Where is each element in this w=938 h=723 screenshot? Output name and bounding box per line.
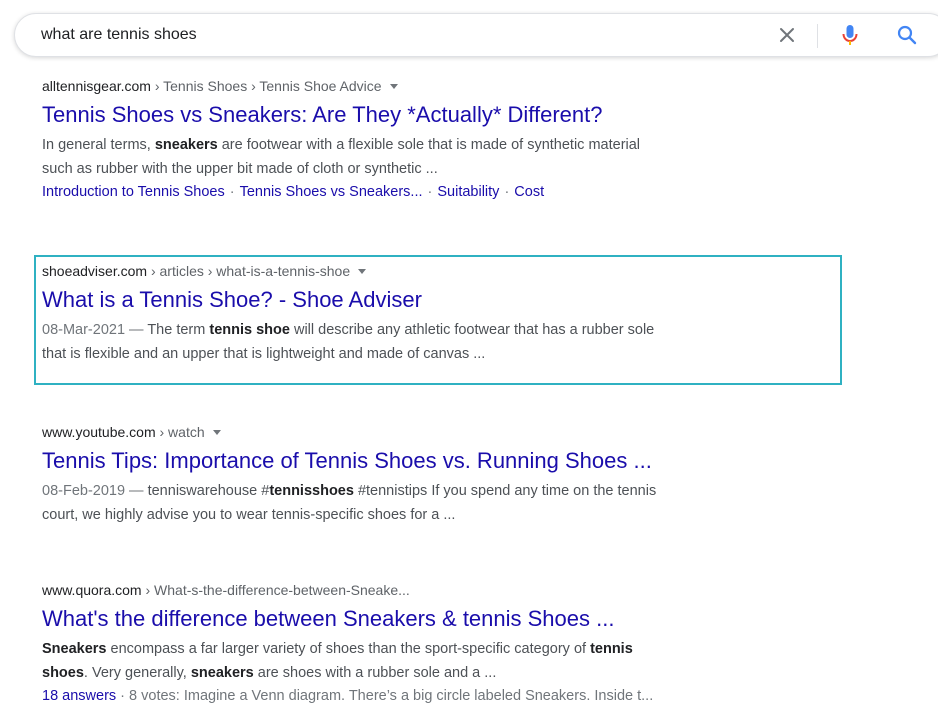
sitelink[interactable]: Introduction to Tennis Shoes bbox=[42, 184, 225, 200]
result-site: www.youtube.com bbox=[42, 424, 156, 440]
result-sitelinks: Introduction to Tennis Shoes · Tennis Shoe… bbox=[42, 181, 842, 203]
snippet-bold: shoes bbox=[42, 665, 84, 681]
sitelink-separator: · bbox=[504, 184, 510, 200]
result-snippet: 08-Mar-2021 — The term tennis shoe will … bbox=[42, 318, 842, 366]
result-path: › Tennis Shoes › Tennis Shoe Advice bbox=[150, 78, 382, 94]
sitelink-separator: · bbox=[427, 184, 433, 200]
result-site: alltennisgear.com bbox=[42, 78, 151, 94]
sitelink[interactable]: Tennis Shoes vs Sneakers... bbox=[240, 184, 423, 200]
snippet-text: In general terms, bbox=[42, 137, 155, 153]
result-title-link[interactable]: Tennis Shoes vs Sneakers: Are They *Actu… bbox=[42, 101, 842, 129]
search-icon bbox=[897, 25, 917, 45]
microphone-icon bbox=[842, 25, 858, 45]
result-path: › articles › what-is-a-tennis-shoe bbox=[147, 263, 351, 279]
sitelink[interactable]: Cost bbox=[514, 184, 544, 200]
search-button[interactable] bbox=[895, 23, 919, 47]
search-bar bbox=[14, 13, 938, 57]
close-icon bbox=[780, 28, 794, 42]
snippet-bold: tennis shoe bbox=[209, 322, 290, 338]
more-options-caret-icon[interactable] bbox=[389, 84, 398, 89]
result-snippet: In general terms, sneakers are footwear … bbox=[42, 133, 842, 181]
result-url[interactable]: alltennisgear.com › Tennis Shoes › Tenni… bbox=[42, 76, 842, 96]
snippet-text: tenniswarehouse # bbox=[147, 483, 270, 499]
search-result: www.quora.com › What-s-the-difference-be… bbox=[42, 580, 842, 707]
votes-text: · 8 votes: Imagine a Venn diagram. There… bbox=[116, 688, 654, 704]
result-answers-line: 18 answers · 8 votes: Imagine a Venn dia… bbox=[42, 685, 842, 707]
search-bar-divider bbox=[817, 24, 818, 48]
search-result: alltennisgear.com › Tennis Shoes › Tenni… bbox=[42, 76, 842, 203]
search-result: shoeadviser.com › articles › what-is-a-t… bbox=[42, 261, 842, 366]
result-url[interactable]: shoeadviser.com › articles › what-is-a-t… bbox=[42, 261, 842, 281]
result-path: › watch bbox=[155, 424, 205, 440]
result-title-link[interactable]: What's the difference between Sneakers &… bbox=[42, 605, 842, 633]
sitelink-separator: · bbox=[229, 184, 235, 200]
more-options-caret-icon[interactable] bbox=[358, 269, 367, 274]
clear-search-button[interactable] bbox=[775, 23, 799, 47]
snippet-text: are shoes with a rubber sole and a ... bbox=[253, 665, 497, 681]
result-url[interactable]: www.youtube.com › watch bbox=[42, 422, 842, 442]
result-date: 08-Mar-2021 — bbox=[42, 322, 148, 338]
snippet-bold: Sneakers bbox=[42, 641, 107, 657]
result-title-link[interactable]: Tennis Tips: Importance of Tennis Shoes … bbox=[42, 447, 842, 475]
snippet-text: . Very generally, bbox=[83, 665, 191, 681]
voice-search-button[interactable] bbox=[837, 22, 863, 48]
more-options-caret-icon[interactable] bbox=[212, 430, 221, 435]
result-snippet: 08-Feb-2019 — tenniswarehouse #tennissho… bbox=[42, 479, 842, 527]
search-results-page: alltennisgear.com › Tennis Shoes › Tenni… bbox=[0, 0, 938, 723]
search-input[interactable] bbox=[41, 14, 741, 56]
snippet-bold: sneakers bbox=[154, 137, 218, 153]
snippet-bold: tennisshoes bbox=[269, 483, 354, 499]
snippet-text: are footwear with a flexible sole that i… bbox=[217, 137, 641, 153]
snippet-text: such as rubber with the upper bit made o… bbox=[42, 161, 438, 177]
search-result: www.youtube.com › watch Tennis Tips: Imp… bbox=[42, 422, 842, 527]
snippet-text: The term bbox=[147, 322, 210, 338]
result-title-link[interactable]: What is a Tennis Shoe? - Shoe Adviser bbox=[42, 286, 842, 314]
result-url[interactable]: www.quora.com › What-s-the-difference-be… bbox=[42, 580, 842, 600]
snippet-bold: tennis bbox=[590, 641, 633, 657]
snippet-text: will describe any athletic footwear that… bbox=[289, 322, 655, 338]
answers-link[interactable]: 18 answers bbox=[42, 688, 116, 704]
snippet-text: court, we highly advise you to wear tenn… bbox=[42, 507, 456, 523]
snippet-bold: sneakers bbox=[190, 665, 254, 681]
result-date: 08-Feb-2019 — bbox=[42, 483, 148, 499]
snippet-text: #tennistips If you spend any time on the… bbox=[353, 483, 657, 499]
result-snippet: Sneakers encompass a far larger variety … bbox=[42, 637, 842, 685]
result-path: › What-s-the-difference-between-Sneake..… bbox=[141, 582, 410, 598]
snippet-text: that is flexible and an upper that is li… bbox=[42, 346, 486, 362]
result-site: www.quora.com bbox=[42, 582, 142, 598]
result-site: shoeadviser.com bbox=[42, 263, 148, 279]
snippet-text: encompass a far larger variety of shoes … bbox=[106, 641, 591, 657]
sitelink[interactable]: Suitability bbox=[437, 184, 499, 200]
